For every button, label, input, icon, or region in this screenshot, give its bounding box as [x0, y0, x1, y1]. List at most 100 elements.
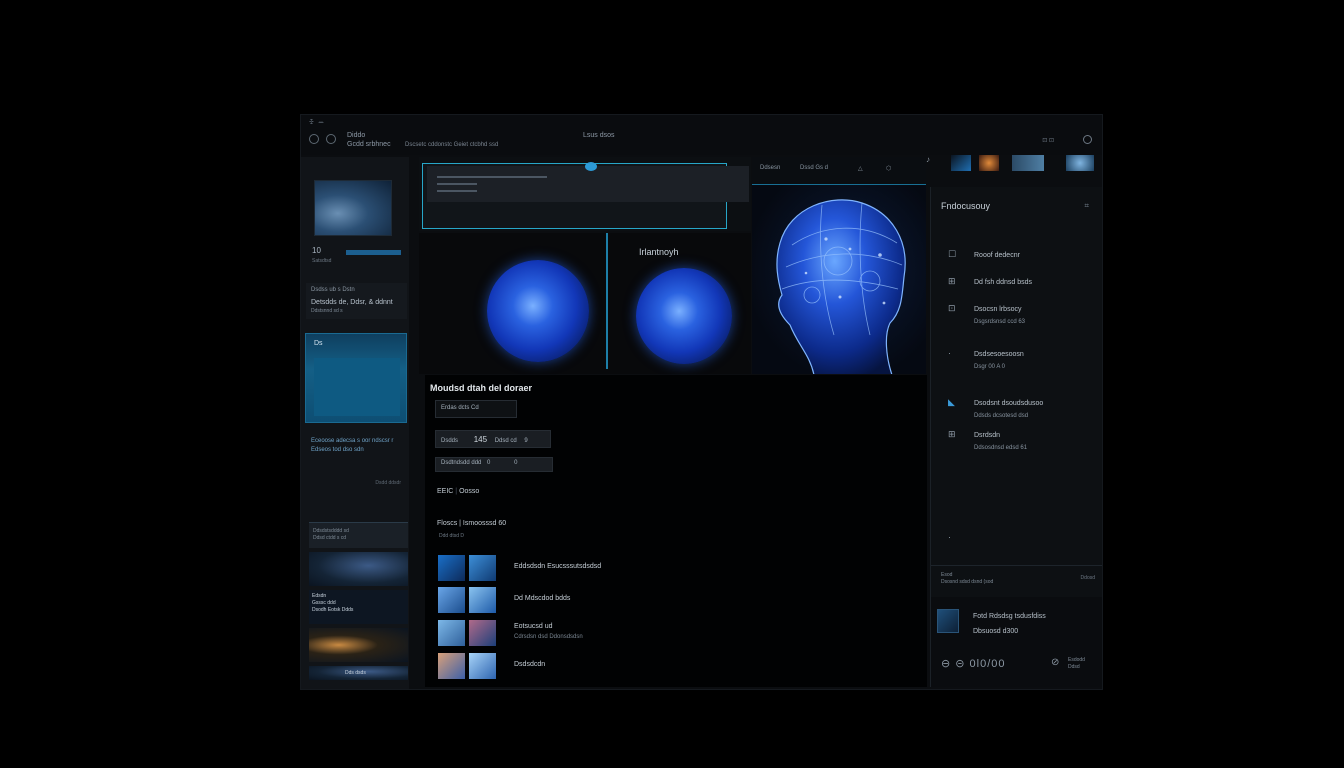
sidebar-subtitle: Satsdtsd: [312, 258, 332, 264]
sidebar-section[interactable]: Dsdss ub s Dstn Detsdds de, Ddsr, & ddnn…: [306, 283, 407, 319]
thumbnail-strip: ♪: [926, 155, 1098, 173]
window-status: ⊡ ⊡: [1042, 138, 1054, 144]
list-item-image: [438, 555, 465, 581]
window-title: Lsus dsos: [583, 132, 615, 139]
media-item[interactable]: Dds dsds: [309, 666, 408, 680]
right-panel-item-sub: Ddsosdnsd edsd 61: [974, 445, 1028, 451]
title-bar: ꔀ ꕀ Diddo Gcdd srbhnec Dscsetc cddonstc …: [301, 115, 1102, 155]
right-panel-item-label: Dsocsn lrbsocy Dsgsrdsnsd ccd 63: [974, 304, 1025, 328]
grid-icon: ⊞: [948, 276, 956, 286]
list-item-text: Eotsucsd ud Cdrsdsn dsd Ddonsdsdsn: [514, 622, 583, 642]
digital-head-illustration: [776, 199, 906, 374]
thumbnail-image[interactable]: [1066, 155, 1094, 171]
orb-label: Irlantnoyh: [639, 247, 679, 257]
caption-line2: Edseos tod dso sdn: [311, 447, 364, 453]
digital-head-image[interactable]: [752, 184, 926, 374]
list-item-text: Eddsdsdn Esucsssutsdsdsd: [514, 562, 601, 572]
user-icon[interactable]: [309, 134, 319, 144]
media-item[interactable]: [309, 628, 408, 662]
sidebar-section-line2: Ddstsnnd sd s: [311, 308, 343, 314]
app-window: ꔀ ꕀ Diddo Gcdd srbhnec Dscsetc cddonstc …: [300, 114, 1103, 690]
list-item-image: [469, 653, 496, 679]
dot-icon: ·: [948, 532, 951, 542]
media-item[interactable]: Edsdn Gsssc ddd Dsodh Eotsk Ddds: [309, 590, 408, 624]
preview-line: [437, 190, 477, 192]
right-panel-item-title: Dsdsesoesoosn: [974, 351, 1024, 358]
list-item-image: [438, 653, 465, 679]
field-1[interactable]: Erdas dcts Cd: [435, 400, 517, 418]
right-panel-item-label: Dsdsesoesoosn Dsgr 00 A 0: [974, 349, 1024, 373]
field-2-label: Dsdds: [441, 438, 459, 444]
window-controls[interactable]: ꔀ ꕀ: [309, 119, 325, 127]
thumbnail-image[interactable]: [979, 155, 999, 171]
media-item-text: Edsdn Gsssc ddd Dsodh Eotsk Ddds: [312, 593, 353, 614]
right-panel-item-label: Dd fsh ddnsd bsds: [974, 279, 1032, 286]
left-sidebar: 10 Satsdtsd Dsdss ub s Dstn Detsdds de, …: [301, 157, 409, 689]
preview-frame[interactable]: [422, 162, 749, 229]
media-list-header-line1: Ddsdstsdddd sd: [313, 528, 349, 534]
settings-icon[interactable]: [326, 134, 336, 144]
right-panel-item-label: Dsodsnt dsoudsdusoo Ddsds dcsotesd dsd: [974, 398, 1043, 422]
media-item-line2: Gsssc ddd: [312, 600, 336, 606]
now-playing-title: Fotd Rdsdsg tsdusfdiss: [973, 613, 1046, 620]
mic-icon[interactable]: ♪: [926, 155, 946, 171]
field-2[interactable]: Dsdds 145 Ddsd cd 9: [435, 430, 551, 448]
preview-line: [437, 183, 477, 185]
hexagon-icon[interactable]: ⬡: [886, 165, 891, 172]
now-playing-subtitle: Dbsuosd d300: [973, 628, 1019, 635]
content-label-2-sub: Ddd dtsd D: [439, 533, 465, 539]
triangle-icon[interactable]: △: [858, 165, 863, 172]
app-title-line2: Gcdd srbhnec: [347, 141, 391, 148]
right-panel-item-label: Rooof dedecnr: [974, 252, 1020, 259]
checkbox-icon[interactable]: ☐: [948, 249, 960, 260]
sidebar-thumbnail[interactable]: [314, 180, 392, 236]
list-item-title: Dd Mdscdod bdds: [514, 595, 571, 602]
close-icon[interactable]: [1083, 135, 1092, 144]
sidebar-caption: Eceoose adecsa s oor ndscsr r Edseos tod…: [311, 437, 393, 455]
media-list-header[interactable]: Ddsdstsdddd sd Ddsd ctdd s cd: [309, 522, 408, 548]
content-title: Moudsd dtah deI doraer: [430, 383, 533, 393]
list-item-title: Eddsdsdn Esucsssutsdsdsd: [514, 563, 602, 570]
preview-line: [437, 176, 547, 178]
orb-image[interactable]: [636, 268, 732, 364]
field-3-label: Dsdtndsdd ddd: [441, 460, 482, 466]
now-playing-text: Fotd Rdsdsg tsdusfdiss Dbsuosd d300: [973, 609, 1046, 639]
thumbnail-image[interactable]: [1012, 155, 1044, 171]
caption-line1: Eceoose adecsa s oor ndscsr r: [311, 438, 394, 444]
right-panel-footer: Esod Dsosnd sdsd dsnd (sod: [941, 572, 993, 586]
field-2-end: 9: [524, 438, 528, 444]
now-playing-thumbnail[interactable]: [937, 609, 959, 633]
content-label-2: Floscs | Ismoosssd 60: [437, 520, 507, 527]
list-item-text: Dd Mdscdod bdds: [514, 594, 570, 604]
playback-label-line2: Ddsd: [1068, 664, 1080, 670]
main-content-panel: Moudsd dtah deI doraer Erdas dcts Cd Dsd…: [425, 375, 927, 687]
right-panel: Fndocusouy ⌗ ☐ Rooof dedecnr ⊞ Dd fsh dd…: [930, 187, 1102, 687]
thumbnail-image[interactable]: [951, 155, 971, 171]
media-item-text: Dds dsds: [345, 670, 366, 676]
preview-strip: [419, 157, 751, 231]
playback-controls[interactable]: ⊖ ⊝ 0Ɩ0/00: [941, 657, 1006, 670]
settings-icon[interactable]: ⊘: [1051, 657, 1059, 668]
now-playing-card: Fotd Rdsdsg tsdusfdiss Dbsuosd d300 ⊖ ⊝ …: [931, 597, 1102, 687]
list-item-image: [438, 587, 465, 613]
right-panel-item-sub: Ddsds dcsotesd dsd: [974, 413, 1029, 419]
pin-icon[interactable]: ⌗: [1084, 201, 1089, 211]
sidebar-meta: Dsdd ddsdr: [375, 480, 401, 486]
right-panel-item-sub: Dsgr 00 A 0: [974, 364, 1006, 370]
content-label-1b: Oosso: [459, 488, 480, 495]
tab-viewer-1[interactable]: Ddsesn: [760, 165, 780, 171]
breadcrumb[interactable]: Dscsetc cddonstc Geiet ctcbhd ssd: [405, 142, 498, 148]
tab-viewer-2[interactable]: Dssd Gs d: [800, 165, 828, 171]
media-item[interactable]: [309, 552, 408, 586]
field-3[interactable]: Dsdtndsdd ddd 0 0: [435, 457, 553, 472]
orb-image[interactable]: [487, 260, 589, 362]
footer-line2: Dsosnd sdsd dsnd (sod: [941, 579, 994, 585]
sidebar-hero-card[interactable]: Ds: [305, 333, 407, 423]
footer-right-label[interactable]: Ddosd: [1081, 575, 1095, 581]
list-item-subtitle: Cdrsdsn dsd Ddonsdsdsn: [514, 634, 583, 640]
field-3-end: 0: [514, 460, 518, 466]
sidebar-media-list: Ddsdstsdddd sd Ddsd ctdd s cd Edsdn Gsss…: [309, 522, 408, 689]
list-item-image: [469, 555, 496, 581]
hero-tag: Ds: [314, 340, 323, 347]
viewer-tabs: Ddsesn Dssd Gs d △ ⬡: [752, 157, 926, 183]
